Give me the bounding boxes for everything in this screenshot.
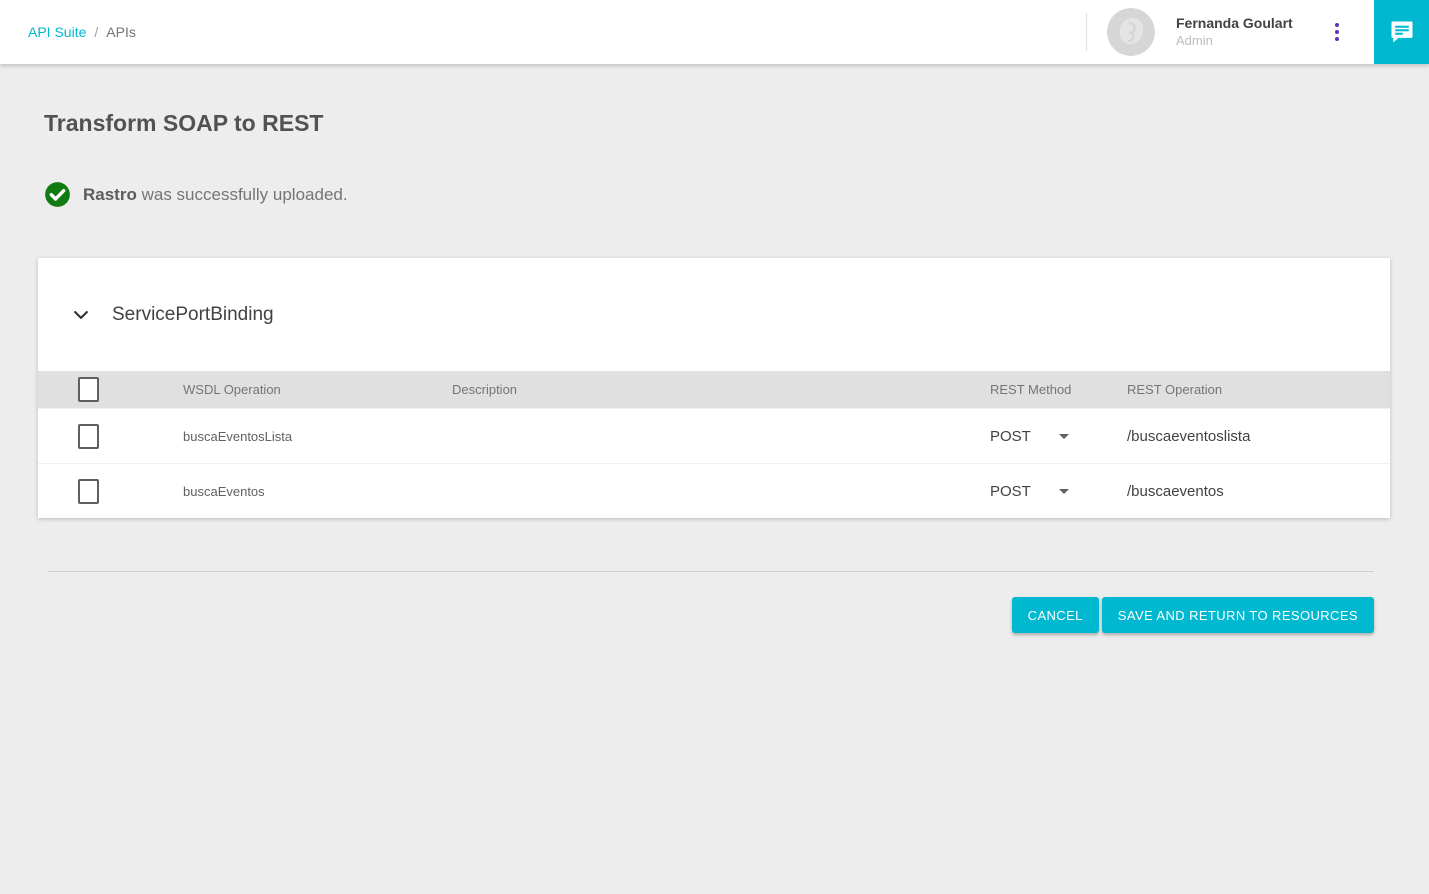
success-text: Rastro was successfully uploaded. <box>83 185 348 205</box>
check-circle-icon <box>44 181 71 208</box>
rest-method-value: POST <box>990 428 1031 445</box>
rest-method-value: POST <box>990 483 1031 500</box>
footer-divider <box>48 571 1374 572</box>
rest-operation-value: /buscaeventoslista <box>1127 428 1390 445</box>
column-header-rest-operation: REST Operation <box>1127 382 1390 397</box>
avatar[interactable] <box>1107 8 1155 56</box>
kebab-menu-icon[interactable] <box>1328 21 1346 43</box>
table-header-row: WSDL Operation Description REST Method R… <box>38 371 1390 408</box>
chevron-down-icon[interactable] <box>70 304 92 326</box>
action-buttons: CANCEL SAVE AND RETURN TO RESOURCES <box>44 597 1374 633</box>
user-name: Fernanda Goulart <box>1176 15 1304 33</box>
row-checkbox[interactable] <box>78 479 99 504</box>
column-header-description: Description <box>452 382 990 397</box>
user-info[interactable]: Fernanda Goulart Admin <box>1176 15 1304 49</box>
breadcrumb-separator: / <box>94 24 98 40</box>
page-title: Transform SOAP to REST <box>44 64 1429 137</box>
top-header: API Suite / APIs Fernanda Goulart Admin <box>0 0 1429 64</box>
dropdown-arrow-icon <box>1059 489 1069 494</box>
column-header-rest-method: REST Method <box>990 382 1127 397</box>
dropdown-arrow-icon <box>1059 434 1069 439</box>
table-row: buscaEventosLista POST /buscaeventoslist… <box>38 408 1390 463</box>
breadcrumb-api-suite[interactable]: API Suite <box>28 24 86 40</box>
rest-operation-value: /buscaeventos <box>1127 483 1390 500</box>
select-all-checkbox[interactable] <box>78 377 99 402</box>
rest-method-select[interactable]: POST <box>990 483 1127 500</box>
breadcrumb-apis: APIs <box>106 24 136 40</box>
binding-card-header: ServicePortBinding <box>38 258 1390 371</box>
user-role: Admin <box>1176 33 1304 49</box>
rest-method-select[interactable]: POST <box>990 428 1127 445</box>
wsdl-operation-value: buscaEventosLista <box>183 429 452 444</box>
wsdl-operation-value: buscaEventos <box>183 484 452 499</box>
column-header-wsdl-operation: WSDL Operation <box>183 382 452 397</box>
section-title: ServicePortBinding <box>112 304 274 326</box>
binding-card: ServicePortBinding WSDL Operation Descri… <box>38 258 1390 518</box>
breadcrumb: API Suite / APIs <box>28 24 136 40</box>
chat-icon <box>1388 18 1416 46</box>
save-and-return-button[interactable]: SAVE AND RETURN TO RESOURCES <box>1102 597 1374 633</box>
main-content: Transform SOAP to REST Rastro was succes… <box>0 64 1429 633</box>
chat-button[interactable] <box>1374 0 1429 64</box>
header-right-group: Fernanda Goulart Admin <box>1086 0 1429 64</box>
success-message-text: was successfully uploaded. <box>137 185 348 204</box>
table-row: buscaEventos POST /buscaeventos <box>38 463 1390 518</box>
success-message: Rastro was successfully uploaded. <box>44 181 1429 208</box>
success-subject: Rastro <box>83 185 137 204</box>
cancel-button[interactable]: CANCEL <box>1012 597 1099 633</box>
header-divider <box>1086 13 1087 51</box>
row-checkbox[interactable] <box>78 424 99 449</box>
